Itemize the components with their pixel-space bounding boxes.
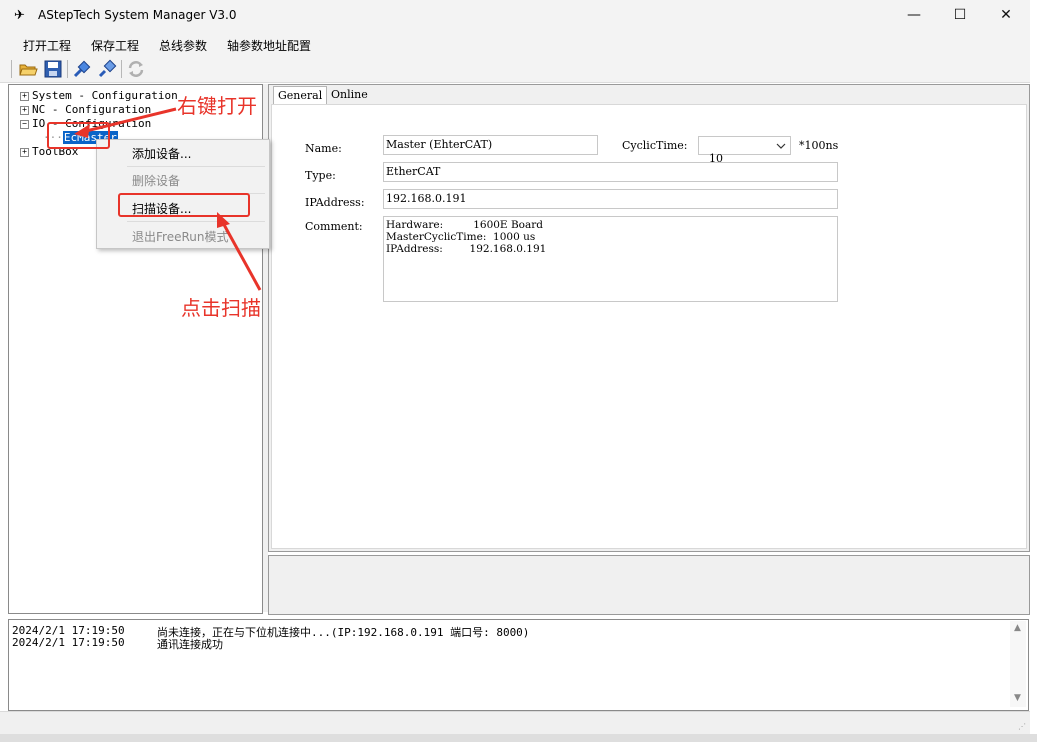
annotation-arrow-scan [220,220,262,291]
annotation-arrowhead [74,124,90,138]
annotation-arrowhead [217,212,230,228]
annotation-arrow-right-click [81,107,177,134]
annotation-arrows [74,107,262,291]
